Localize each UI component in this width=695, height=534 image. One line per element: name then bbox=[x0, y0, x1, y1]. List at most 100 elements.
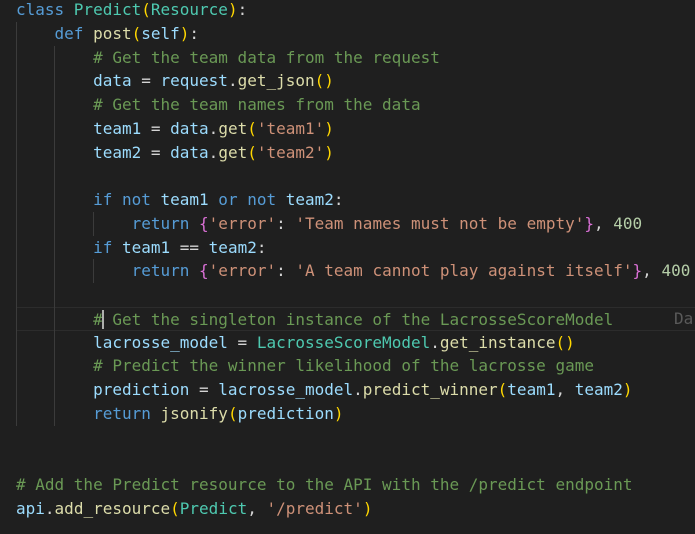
code-token: '/predict' bbox=[266, 498, 363, 518]
code-token: 'Team names must not be empty' bbox=[295, 213, 585, 233]
code-token: lacrosse_model bbox=[218, 380, 354, 399]
code-token: ( bbox=[247, 118, 257, 138]
code-token: ) bbox=[324, 118, 334, 138]
code-token: } bbox=[632, 261, 643, 281]
code-token: { bbox=[199, 261, 209, 281]
code-token: post bbox=[93, 23, 132, 43]
code-token: 400 bbox=[661, 261, 691, 281]
code-text: return jsonify(prediction) bbox=[16, 402, 343, 426]
code-token: lacrosse_model bbox=[93, 332, 228, 352]
code-text: prediction = lacrosse_model.predict_winn… bbox=[16, 378, 632, 402]
code-token: 400 bbox=[613, 213, 643, 233]
code-token: () bbox=[555, 332, 575, 352]
code-text: # Get the singleton instance of the Lacr… bbox=[16, 308, 613, 332]
code-token: Predict bbox=[73, 0, 142, 19]
code-token: ( bbox=[227, 403, 238, 423]
code-token: Predict bbox=[179, 498, 248, 518]
code-token: team2 bbox=[208, 237, 257, 257]
code-token: if bbox=[93, 190, 122, 209]
code-token: data bbox=[170, 118, 209, 138]
code-token: 'team1' bbox=[256, 118, 325, 138]
code-token: LacrosseScoreModel bbox=[256, 332, 431, 352]
code-token: , bbox=[594, 213, 614, 233]
code-token: ( bbox=[247, 142, 257, 162]
code-token: ) bbox=[179, 23, 190, 43]
code-text: return {'error': 'A team cannot play aga… bbox=[16, 259, 691, 283]
code-token: data bbox=[170, 142, 209, 162]
code-token: team2 bbox=[285, 190, 334, 209]
code-token: , bbox=[642, 261, 662, 281]
code-token: team1 bbox=[507, 380, 556, 399]
code-token: : bbox=[189, 23, 200, 43]
code-token: . bbox=[227, 71, 238, 91]
code-text: data = request.get_json() bbox=[16, 69, 334, 93]
code-token: . bbox=[208, 118, 219, 138]
code-text: lacrosse_model = LacrosseScoreModel.get_… bbox=[16, 331, 575, 355]
code-token: = bbox=[227, 332, 257, 352]
code-text: def post(self): bbox=[16, 22, 200, 46]
code-token: . bbox=[430, 332, 440, 352]
code-token: data bbox=[93, 71, 132, 91]
code-token: get_instance bbox=[439, 332, 556, 352]
code-editor[interactable]: class Predict(Resource): def post(self):… bbox=[0, 0, 695, 534]
code-token: or bbox=[208, 190, 248, 209]
code-token: : bbox=[276, 261, 296, 281]
code-token: team1 bbox=[121, 237, 171, 257]
code-token: , bbox=[247, 498, 267, 518]
code-token: { bbox=[199, 213, 209, 233]
code-token: ( bbox=[131, 23, 142, 43]
code-token: return bbox=[131, 213, 200, 233]
code-token: jsonify bbox=[160, 403, 228, 423]
code-text: # Add the Predict resource to the API wi… bbox=[16, 473, 633, 497]
code-token: ( bbox=[170, 498, 180, 518]
code-token: ) bbox=[227, 0, 238, 19]
code-token: = bbox=[189, 380, 219, 399]
code-token: get_json bbox=[237, 71, 315, 91]
code-token: prediction bbox=[93, 380, 190, 399]
code-token: # Get the team data from the request bbox=[93, 47, 440, 67]
code-text: # Predict the winner likelihood of the l… bbox=[16, 354, 594, 378]
code-token: . bbox=[208, 142, 219, 162]
code-token: : bbox=[256, 237, 267, 257]
code-token: = bbox=[131, 71, 161, 91]
code-line[interactable]: # Get the singleton instance of the Lacr… bbox=[16, 306, 695, 332]
code-token: ) bbox=[324, 142, 334, 162]
indent-guide bbox=[16, 21, 17, 426]
code-text: api.add_resource(Predict, '/predict') bbox=[16, 497, 372, 521]
code-token: team2 bbox=[574, 380, 623, 399]
indent-guide bbox=[92, 211, 94, 236]
code-token: get bbox=[218, 142, 248, 162]
code-token: get bbox=[218, 118, 248, 138]
code-token: prediction bbox=[237, 403, 334, 423]
code-token: . bbox=[44, 498, 55, 518]
code-token: team1 bbox=[93, 118, 142, 138]
code-token: ( bbox=[497, 380, 508, 399]
code-token: ( bbox=[141, 0, 151, 19]
code-token: : bbox=[333, 190, 344, 209]
code-token: not bbox=[247, 190, 286, 209]
code-token: request bbox=[160, 71, 228, 91]
code-token: if bbox=[93, 237, 122, 257]
code-token: add_resource bbox=[54, 498, 171, 518]
inline-suggestion: Da bbox=[674, 308, 694, 328]
code-token: api bbox=[16, 498, 45, 518]
code-token: # Add the Predict resource to the API wi… bbox=[16, 475, 633, 494]
code-token: predict_winner bbox=[362, 380, 498, 399]
code-token: team2 bbox=[93, 142, 142, 162]
code-token: 'error' bbox=[208, 213, 277, 233]
code-token: : bbox=[276, 213, 296, 233]
code-token: self bbox=[141, 23, 180, 43]
text-cursor bbox=[102, 309, 105, 329]
code-token: def bbox=[54, 23, 94, 43]
code-token: # Get the singleton instance of the Lacr… bbox=[93, 309, 614, 329]
code-token: ) bbox=[362, 498, 373, 518]
code-text: if not team1 or not team2: bbox=[16, 188, 344, 212]
code-token: 'A team cannot play against itself' bbox=[295, 261, 633, 281]
code-token: return bbox=[93, 403, 161, 423]
code-token: , bbox=[555, 380, 575, 399]
code-text: class Predict(Resource): bbox=[16, 0, 247, 22]
code-text: # Get the team data from the request bbox=[16, 46, 440, 70]
code-token: = bbox=[141, 142, 171, 162]
